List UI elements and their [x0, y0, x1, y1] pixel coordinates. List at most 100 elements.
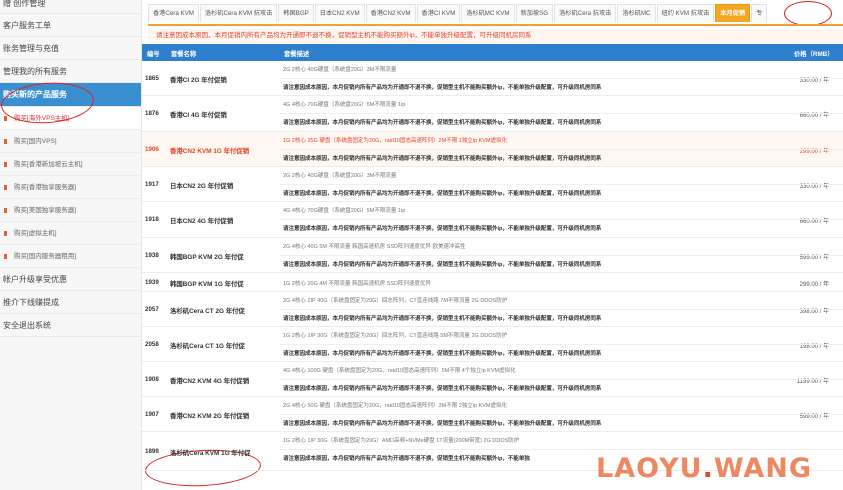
sidebar-sub-hk-dedicated[interactable]: 购买[香港独享服务器] — [0, 176, 141, 199]
watermark-logo: LAOYU.WANG — [596, 453, 812, 484]
sidebar-item-referral[interactable]: 推介下线赚提成 — [0, 291, 141, 314]
sidebar-item-buy-products[interactable]: 购买新的产品服务 — [0, 83, 141, 107]
sidebar-item-tickets[interactable]: 客户服务工单 — [0, 14, 141, 37]
row-desc-notice: 请注意因成本原因，本月促销内所有产品均为开通即不退不换，促销型主机不能购买额外i… — [283, 316, 602, 322]
row-inner-divider — [280, 414, 843, 415]
row-desc-specs: 2G 2核心 40G硬盘（系统盘20G）3M不限流量 — [283, 173, 397, 179]
table-row[interactable]: 1907 香港CN2 KVM 2G 年付促销 2G 4核心 50G 硬盘（系统盘固定… — [142, 397, 843, 432]
row-desc-notice: 请注意因成本原因，本月促销内所有产品均为开通即不退不换，促销型主机不能购买额外i… — [283, 456, 530, 462]
sidebar-item-my-services[interactable]: 管理我的所有服务 — [0, 60, 141, 83]
row-id: 1907 — [145, 410, 159, 418]
watermark-part1: LAOYU — [596, 453, 703, 484]
sidebar-item-logout[interactable]: 安全退出系统 — [0, 314, 141, 337]
row-desc-specs: 4G 4核心 100G 硬盘（系统盘固定为20G，raid10固态高速阵列）5M… — [283, 368, 516, 374]
row-price: 660.00 / 年 — [799, 113, 829, 119]
row-inner-divider — [280, 184, 843, 185]
bullet-icon — [4, 162, 7, 167]
table-row[interactable]: 1908 香港CN2 KVM 4G 年付促销 4G 4核心 100G 硬盘（系统盘固… — [142, 362, 843, 397]
row-name[interactable]: 洛杉矶Cera KVM 1G 年付促 — [170, 448, 251, 457]
row-name[interactable]: 洛杉矶Cera CT 1G 年付促 — [170, 341, 245, 350]
row-desc-specs: 2G 4核心 2IP 40G（系统盘固定为20G）回志阵列，CT直连线路 7M不… — [283, 298, 508, 304]
table-row[interactable]: 1938 韩国BGP KVM 2G 年付促 2G 4核心 40G 5M 不限流量 韩… — [142, 238, 843, 273]
header-price: 价格（RMB） — [794, 51, 834, 58]
table-row[interactable]: 2058 洛杉矶Cera CT 1G 年付促 1G 2核心 1IP 30G（系统盘固… — [142, 327, 843, 362]
row-desc-notice: 请注意因成本原因，本月促销内所有产品均为开通即不退不换，促销型主机不能购买额外i… — [283, 191, 602, 197]
sidebar-sub-domestic-server[interactable]: 购买[国内服务器租用] — [0, 245, 141, 268]
row-name[interactable]: 香港CI 4G 年付促销 — [170, 110, 227, 119]
row-id: 2057 — [145, 305, 159, 313]
row-name[interactable]: 日本CN2 2G 年付促销 — [170, 181, 233, 190]
row-id: 1917 — [145, 180, 159, 188]
row-inner-divider — [280, 255, 843, 256]
watermark-dot: . — [702, 453, 714, 484]
tab-underline — [148, 24, 843, 26]
tab-la-mc[interactable]: 洛杉矶MC — [617, 4, 656, 22]
row-name[interactable]: 日本CN2 4G 年付促销 — [170, 216, 233, 225]
tab-ny-kvm-ddos[interactable]: 纽约 KVM 抗攻击 — [656, 4, 715, 22]
tab-japan-cn2-kvm[interactable]: 日本CN2 KVM — [314, 4, 365, 22]
row-desc-notice: 请注意因成本原因，本月促销内所有产品均为开通即不退不换，促销型主机不能购买额外i… — [283, 85, 602, 91]
sidebar-sub-overseas-vps[interactable]: 购买[海外VPS主机] — [0, 107, 141, 130]
table-row[interactable]: 2057 洛杉矶Cera CT 2G 年付促 2G 4核心 2IP 40G（系统盘固… — [142, 292, 843, 327]
row-name[interactable]: 香港CN2 KVM 2G 年付促销 — [170, 411, 249, 420]
table-row[interactable]: 1917 日本CN2 2G 年付促销 2G 2核心 40G硬盘（系统盘20G）3M不… — [142, 167, 843, 202]
row-id: 2058 — [145, 340, 159, 348]
header-name: 套餐名称 — [171, 51, 197, 58]
row-name[interactable]: 香港CN2 KVM 4G 年付促销 — [170, 376, 249, 385]
row-name[interactable]: 韩国BGP KVM 2G 年付促 — [170, 252, 244, 261]
sidebar-sub-label: 购买[海外VPS主机] — [14, 115, 70, 122]
row-desc-specs: 1G 2核心 1IP 30G（系统盘固定为20G）回志阵列，CT直连线路 5M不… — [283, 333, 508, 339]
row-inner-divider — [280, 309, 843, 310]
tab-hk-ci-kvm[interactable]: 香港CI KVM — [416, 4, 461, 22]
table-row[interactable]: 1906 香港CN2 KVM 1G 年付促销 1G 2核心 25G 硬盘（系统盘固定… — [142, 132, 843, 167]
row-price: 198.00 / 年 — [799, 343, 829, 350]
row-name[interactable]: 韩国BGP KVM 1G 年付促 — [170, 279, 244, 288]
table-row[interactable]: 1918 日本CN2 4G 年付促销 4G 4核心 70G硬盘（系统盘20G）5M不… — [142, 202, 843, 238]
sidebar-item-top[interactable]: 赠 创作管理 — [0, 0, 141, 14]
row-price: 660.00 / 年 — [799, 219, 829, 225]
row-name[interactable]: 香港CN2 KVM 1G 年付促销 — [170, 146, 249, 155]
row-id: 1906 — [145, 145, 159, 153]
tab-la-cera-ddos[interactable]: 洛杉矶Cera 抗攻击 — [554, 4, 617, 22]
sidebar-item-billing[interactable]: 账务管理与充值 — [0, 37, 141, 60]
sidebar-sub-label: 购买[虚拟主机] — [14, 230, 57, 237]
sidebar-item-upgrade[interactable]: 帐户升级享受优惠 — [0, 268, 141, 291]
tab-hk-cera-kvm[interactable]: 香港Cera KVM — [148, 4, 199, 22]
sidebar-sub-virtual-host[interactable]: 购买[虚拟主机] — [0, 222, 141, 245]
bullet-icon — [4, 254, 7, 259]
tab-monthly-promo[interactable]: 本月促销 — [715, 4, 751, 22]
row-inner-divider — [280, 149, 843, 150]
tab-singapore-sg[interactable]: 新加坡SG — [515, 4, 554, 22]
row-id: 1938 — [145, 251, 159, 259]
row-desc-notice: 请注意因成本原因，本月促销内所有产品均为开通即不退不换，促销型主机不能购买额外i… — [283, 262, 602, 268]
sidebar-sub-hk-sg-cloud[interactable]: 购买[香港新加坡云主机] — [0, 153, 141, 176]
watermark-part2: WANG — [713, 453, 813, 484]
row-id: 1899 — [145, 447, 159, 455]
sidebar-sub-domestic-vps[interactable]: 购买[国内VPS] — [0, 130, 141, 153]
row-desc-notice: 请注意因成本原因，本月促销内所有产品均为开通即不退不换，促销型主机不能购买额外i… — [283, 120, 602, 126]
row-name[interactable]: 香港CI 2G 年付促销 — [170, 75, 227, 84]
row-price: 599.00 / 年 — [799, 413, 829, 420]
table-row[interactable]: 1939 韩国BGP KVM 1G 年付促 1G 2核心 20G 4M 不限流量 韩… — [142, 273, 843, 292]
row-price: 299.00 / 年 — [799, 281, 829, 288]
row-desc-notice: 请注意因成本原因，本月促销内所有产品均为开通即不退不换，促销型主机不能购买额外i… — [283, 386, 602, 392]
row-inner-divider — [280, 78, 843, 79]
row-id: 1876 — [145, 110, 159, 117]
tab-la-cera-kvm-ddos[interactable]: 洛杉矶Cera KVM 抗攻击 — [199, 4, 278, 22]
tab-la-mc-kvm[interactable]: 洛杉矶MC KVM — [461, 4, 515, 22]
sidebar-sub-label: 购买[国内服务器租用] — [14, 253, 77, 260]
sidebar-sub-label: 购买[国内VPS] — [14, 138, 57, 145]
table-row[interactable]: 1876 香港CI 4G 年付促销 4G 4核心 70G硬盘（系统盘20G）5M不限… — [142, 96, 843, 132]
row-desc-specs: 1G 2核心 1IP 30G（系统盘固定为20G）AMD高频+NVMe硬盘 1T… — [283, 438, 520, 444]
table-body: 1865 香港CI 2G 年付促销 2G 2核心 40G硬盘（系统盘20G）3M不限… — [142, 61, 843, 471]
row-price: 599.00 / 年 — [799, 254, 829, 261]
row-inner-divider — [280, 344, 843, 345]
row-desc-specs: 1G 2核心 20G 4M 不限流量 韩国高速机房 SSD阵列速度优异 — [283, 281, 431, 287]
tab-more[interactable]: 专 — [751, 4, 768, 22]
tab-hk-cn2-kvm[interactable]: 香港CN2 KVM — [365, 4, 416, 22]
row-inner-divider — [280, 219, 843, 220]
table-row[interactable]: 1865 香港CI 2G 年付促销 2G 2核心 40G硬盘（系统盘20G）3M不限… — [142, 61, 843, 96]
tab-korea-bgp[interactable]: 韩国BGP — [278, 4, 314, 22]
row-name[interactable]: 洛杉矶Cera CT 2G 年付促 — [170, 306, 245, 315]
sidebar-sub-us-dedicated[interactable]: 购买[美国独享服务器] — [0, 199, 141, 222]
